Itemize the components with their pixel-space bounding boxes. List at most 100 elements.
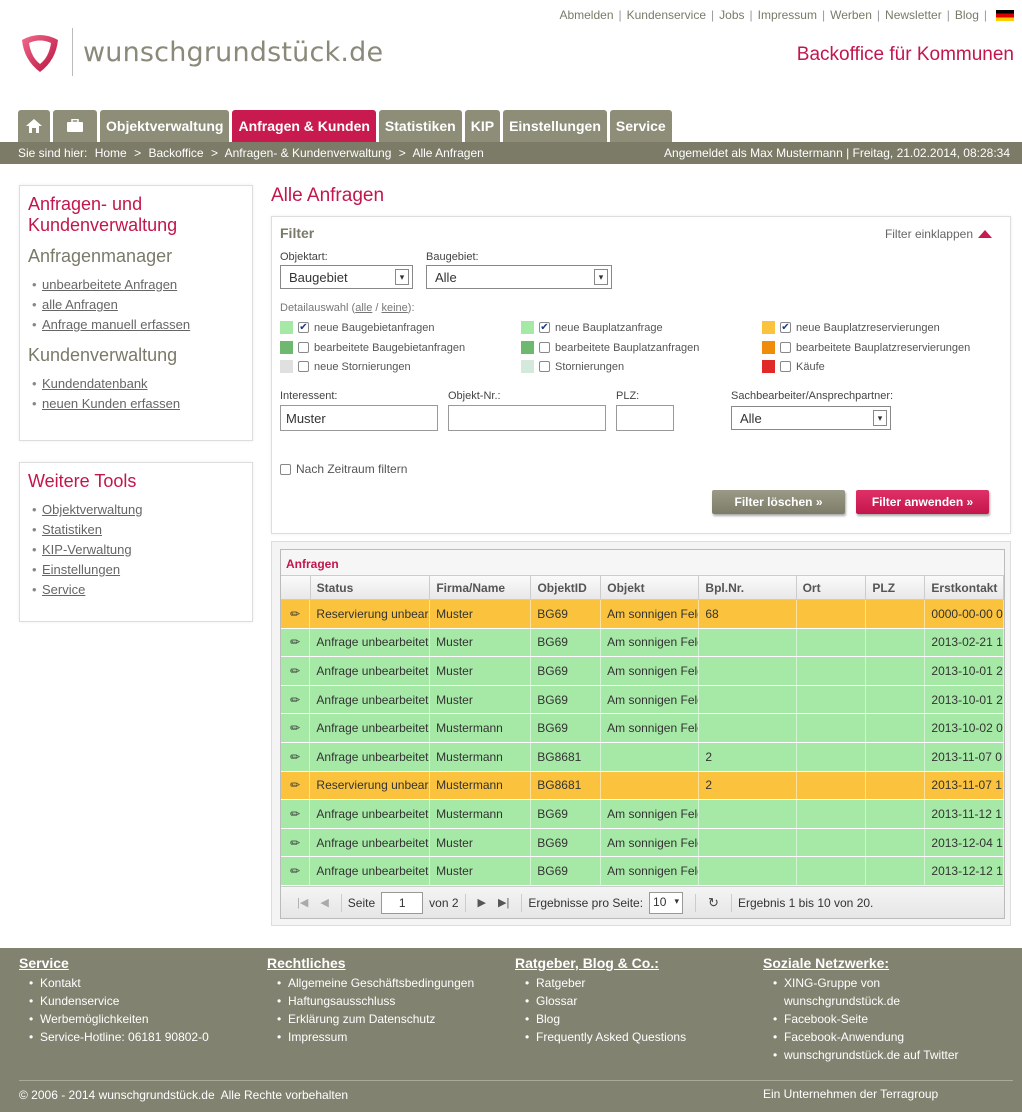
select-all-link[interactable]: alle bbox=[355, 302, 372, 314]
checkbox[interactable] bbox=[298, 342, 309, 353]
tab-objektverwaltung[interactable]: Objektverwaltung bbox=[100, 110, 230, 142]
checkbox[interactable] bbox=[298, 361, 309, 372]
footer-link[interactable]: Haftungsausschluss bbox=[277, 992, 474, 1010]
col-erstkontakt[interactable]: Erstkontakt bbox=[925, 576, 1004, 599]
tools-item-service[interactable]: Service bbox=[32, 580, 244, 600]
filter-collapse-toggle[interactable]: Filter einklappen bbox=[885, 227, 992, 241]
footer-link[interactable]: Kundenservice bbox=[29, 992, 209, 1010]
pencil-edit-icon[interactable]: ✏ bbox=[281, 657, 311, 685]
pencil-edit-icon[interactable]: ✏ bbox=[281, 600, 311, 628]
per-page-select[interactable]: 10 ▾ bbox=[649, 891, 684, 914]
footer-link[interactable]: wunschgrundstück.de auf Twitter bbox=[773, 1046, 983, 1064]
select-none-link[interactable]: keine bbox=[382, 302, 408, 314]
table-row[interactable]: ✏ Anfrage unbearbeitet Mustermann BG8681 2 20… bbox=[281, 742, 1004, 772]
footer-link[interactable]: Facebook-Seite bbox=[773, 1010, 983, 1028]
interessent-input[interactable]: Muster bbox=[280, 405, 438, 431]
table-row[interactable]: ✏ Anfrage unbearbeitet Muster BG69 Am sonnig… bbox=[281, 628, 1004, 658]
table-row[interactable]: ✏ Anfrage unbearbeitet Muster BG69 Am sonnig… bbox=[281, 857, 1004, 886]
tab-anfragen-kunden[interactable]: Anfragen & Kunden bbox=[232, 110, 376, 142]
footer-link[interactable]: Impressum bbox=[277, 1028, 474, 1046]
objektart-select[interactable]: Baugebiet ▾ bbox=[280, 265, 413, 289]
pencil-edit-icon[interactable]: ✏ bbox=[281, 714, 311, 742]
tools-item-kip[interactable]: KIP-Verwaltung bbox=[32, 540, 244, 560]
topnav-newsletter[interactable]: Newsletter bbox=[885, 8, 942, 22]
german-flag-icon[interactable] bbox=[996, 9, 1014, 21]
tools-item-statistiken[interactable]: Statistiken bbox=[32, 520, 244, 540]
checkbox[interactable] bbox=[539, 361, 550, 372]
detail-filter-checkbox[interactable]: Käufe bbox=[762, 360, 825, 373]
pencil-edit-icon[interactable]: ✏ bbox=[281, 628, 311, 657]
footer-link[interactable]: Kontakt bbox=[29, 974, 209, 992]
pencil-edit-icon[interactable]: ✏ bbox=[281, 685, 311, 714]
pencil-edit-icon[interactable]: ✏ bbox=[281, 800, 311, 828]
tab-einstellungen[interactable]: Einstellungen bbox=[503, 110, 607, 142]
pencil-edit-icon[interactable]: ✏ bbox=[281, 828, 311, 857]
refresh-icon[interactable]: ↻ bbox=[708, 895, 719, 911]
sidebar-item-unbearbeitete[interactable]: unbearbeitete Anfragen bbox=[32, 275, 244, 295]
detail-filter-checkbox[interactable]: neue Stornierungen bbox=[280, 360, 411, 373]
objektnr-input[interactable] bbox=[448, 405, 606, 431]
pencil-edit-icon[interactable]: ✏ bbox=[281, 857, 311, 885]
sidebar-item-manuell[interactable]: Anfrage manuell erfassen bbox=[32, 315, 244, 335]
table-row[interactable]: ✏ Reservierung unbear... Muster BG69 Am sonn… bbox=[281, 600, 1004, 629]
checkbox[interactable]: ✔ bbox=[298, 322, 309, 333]
pencil-edit-icon[interactable]: ✏ bbox=[281, 742, 311, 771]
tools-item-einstellungen[interactable]: Einstellungen bbox=[32, 560, 244, 580]
table-row[interactable]: ✏ Anfrage unbearbeitet Muster BG69 Am sonnig… bbox=[281, 828, 1004, 858]
table-row[interactable]: ✏ Anfrage unbearbeitet Muster BG69 Am sonnig… bbox=[281, 657, 1004, 686]
footer-link[interactable]: Glossar bbox=[525, 992, 686, 1010]
logo[interactable]: wunschgrundstück.de bbox=[18, 28, 383, 76]
table-row[interactable]: ✏ Reservierung unbear... Mustermann BG8681 2… bbox=[281, 771, 1004, 801]
topnav-impressum[interactable]: Impressum bbox=[758, 8, 817, 22]
zeitraum-checkbox-row[interactable]: Nach Zeitraum filtern bbox=[280, 462, 407, 476]
checkbox[interactable] bbox=[780, 361, 791, 372]
tab-statistiken[interactable]: Statistiken bbox=[378, 110, 462, 142]
sachbearbeiter-select[interactable]: Alle ▾ bbox=[731, 406, 891, 430]
topnav-kundenservice[interactable]: Kundenservice bbox=[627, 8, 706, 22]
checkbox[interactable]: ✔ bbox=[780, 322, 791, 333]
checkbox[interactable] bbox=[780, 342, 791, 353]
col-objekt[interactable]: Objekt bbox=[601, 576, 700, 599]
footer-link[interactable]: Werbemöglichkeiten bbox=[29, 1010, 209, 1028]
topnav-blog[interactable]: Blog bbox=[955, 8, 979, 22]
last-page-icon[interactable]: ▶| bbox=[498, 896, 509, 909]
first-page-icon[interactable]: |◀ bbox=[297, 896, 308, 909]
tab-service[interactable]: Service bbox=[609, 110, 672, 142]
zeitraum-checkbox[interactable] bbox=[280, 463, 291, 475]
detail-filter-checkbox[interactable]: Stornierungen bbox=[521, 360, 624, 373]
footer-link[interactable]: Frequently Asked Questions bbox=[525, 1028, 686, 1046]
footer-link[interactable]: XING-Gruppe von wunschgrundstück.de bbox=[773, 974, 983, 1010]
prev-page-icon[interactable]: ◀ bbox=[320, 896, 328, 909]
table-row[interactable]: ✏ Anfrage unbearbeitet Mustermann BG69 Am so… bbox=[281, 714, 1004, 743]
detail-filter-checkbox[interactable]: ✔ neue Baugebietanfragen bbox=[280, 321, 435, 334]
detail-filter-checkbox[interactable]: bearbeitete Bauplatzreservierungen bbox=[762, 341, 970, 354]
baugebiet-select[interactable]: Alle ▾ bbox=[426, 265, 612, 289]
filter-clear-button[interactable]: Filter löschen » bbox=[712, 490, 845, 514]
breadcrumb-home[interactable]: Home bbox=[95, 146, 127, 160]
page-number-input[interactable]: 1 bbox=[381, 891, 424, 914]
col-status[interactable]: Status bbox=[311, 576, 431, 599]
sidebar-item-kundendatenbank[interactable]: Kundendatenbank bbox=[32, 374, 244, 394]
col-objektid[interactable]: ObjektID bbox=[531, 576, 602, 599]
checkbox[interactable] bbox=[539, 342, 550, 353]
next-page-icon[interactable]: ▶ bbox=[478, 896, 486, 909]
breadcrumb-backoffice[interactable]: Backoffice bbox=[148, 146, 203, 160]
topnav-jobs[interactable]: Jobs bbox=[719, 8, 744, 22]
detail-filter-checkbox[interactable]: ✔ neue Bauplatzanfrage bbox=[521, 321, 663, 334]
footer-link[interactable]: Allgemeine Geschäftsbedingungen bbox=[277, 974, 474, 992]
tab-kip[interactable]: KIP bbox=[464, 110, 501, 142]
tab-home[interactable] bbox=[18, 110, 50, 142]
table-row[interactable]: ✏ Anfrage unbearbeitet Muster BG69 Am sonnig… bbox=[281, 685, 1004, 715]
detail-filter-checkbox[interactable]: ✔ neue Bauplatzreservierungen bbox=[762, 321, 940, 334]
col-firma[interactable]: Firma/Name bbox=[430, 576, 532, 599]
sidebar-item-alle-anfragen[interactable]: alle Anfragen bbox=[32, 295, 244, 315]
topnav-abmelden[interactable]: Abmelden bbox=[559, 8, 613, 22]
plz-input[interactable] bbox=[616, 405, 674, 431]
footer-link[interactable]: Erklärung zum Datenschutz bbox=[277, 1010, 474, 1028]
footer-link[interactable]: Blog bbox=[525, 1010, 686, 1028]
detail-filter-checkbox[interactable]: bearbeitete Bauplatzanfragen bbox=[521, 341, 699, 354]
col-plz[interactable]: PLZ bbox=[866, 576, 926, 599]
breadcrumb-kundenverwaltung[interactable]: Anfragen- & Kundenverwaltung bbox=[225, 146, 392, 160]
sidebar-item-neuer-kunde[interactable]: neuen Kunden erfassen bbox=[32, 394, 244, 414]
col-bplnr[interactable]: Bpl.Nr. bbox=[699, 576, 797, 599]
